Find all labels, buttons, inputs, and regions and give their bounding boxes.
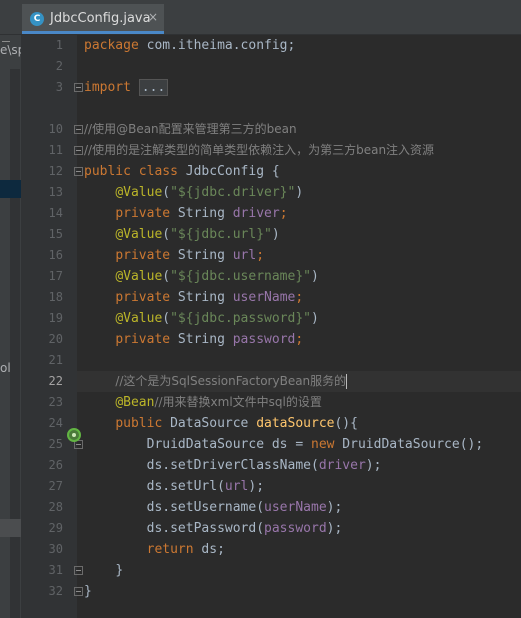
line-number: 24 [48, 416, 63, 430]
code-line: private String url; [115, 248, 265, 263]
line-number: 17 [48, 269, 63, 283]
project-panel-edge: e\sp ol [0, 35, 21, 618]
code-line: //使用的是注解类型的简单类型依赖注入，为第三方bean注入资源 [84, 143, 435, 157]
line-number: 28 [48, 500, 63, 514]
line-number: 20 [48, 332, 63, 346]
line-number: 23 [48, 395, 63, 409]
project-tree-highlight-item[interactable] [0, 519, 21, 537]
line-number: 21 [48, 353, 63, 367]
line-number: 16 [48, 248, 63, 262]
line-number: 1 [55, 38, 63, 52]
line-number: 12 [48, 164, 63, 178]
breadcrumb-fragment: e\sp [0, 43, 21, 57]
close-icon[interactable]: × [148, 10, 158, 24]
tab-label: JdbcConfig.java [50, 11, 151, 26]
code-line: } [84, 584, 92, 599]
code-line: ds.setPassword(password); [146, 521, 343, 536]
code-line: @Value("${jdbc.driver}") [115, 185, 304, 200]
minimize-icon[interactable] [2, 41, 10, 42]
line-number: 32 [48, 584, 63, 598]
line-number: 3 [55, 80, 63, 94]
line-number-gutter: 1 2 3 10 11 12 13 14 15 16 17 18 19 20 2… [21, 35, 83, 618]
code-editor[interactable]: package com.itheima.config; import ... /… [77, 35, 521, 618]
line-number: 2 [55, 59, 63, 73]
code-line: @Bean//用来替换xml文件中sql的设置 [115, 395, 322, 410]
folded-imports[interactable]: ... [138, 79, 169, 96]
project-tree-fragment: ol [0, 361, 11, 375]
line-number-current: 22 [48, 374, 63, 388]
line-number: 27 [48, 479, 63, 493]
line-number: 18 [48, 290, 63, 304]
line-number: 26 [48, 458, 63, 472]
code-line: @Value("${jdbc.username}") [115, 269, 319, 284]
code-line: ds.setDriverClassName(driver); [146, 458, 382, 473]
code-line: @Value("${jdbc.password}") [115, 311, 319, 326]
project-tree-selected-item[interactable] [0, 180, 21, 198]
line-number: 25 [48, 437, 63, 451]
line-number: 30 [48, 542, 63, 556]
code-line: import ... [77, 77, 521, 98]
line-number: 14 [48, 206, 63, 220]
code-line: public DataSource dataSource(){ [115, 416, 358, 431]
java-class-icon: C [30, 12, 44, 26]
line-number: 31 [48, 563, 63, 577]
code-line: return ds; [146, 542, 225, 557]
code-line: private String password; [115, 332, 304, 347]
code-line: public class JdbcConfig { [84, 164, 280, 179]
code-line: package com.itheima.config; [84, 38, 296, 53]
line-number: 15 [48, 227, 63, 241]
code-line: ds.setUrl(url); [146, 479, 265, 494]
code-line: private String driver; [115, 206, 288, 221]
code-line: //使用@Bean配置来管理第三方的bean [84, 122, 297, 136]
line-number: 13 [48, 185, 63, 199]
line-number: 11 [48, 143, 63, 157]
code-line: private String userName; [115, 290, 304, 305]
code-line-current: //这个是为SqlSessionFactoryBean服务的 [77, 371, 521, 392]
tab-jdbcconfig[interactable]: C JdbcConfig.java × [22, 4, 164, 34]
text-cursor [346, 374, 348, 389]
code-line: } [115, 563, 124, 578]
code-line: DruidDataSource ds = new DruidDataSource… [146, 437, 484, 452]
line-number: 19 [48, 311, 63, 325]
editor-tab-bar: C JdbcConfig.java × [0, 0, 521, 35]
line-number: 29 [48, 521, 63, 535]
line-number: 10 [48, 122, 63, 136]
code-line: ds.setUsername(userName); [146, 500, 343, 515]
code-line: @Value("${jdbc.url}") [115, 227, 280, 242]
